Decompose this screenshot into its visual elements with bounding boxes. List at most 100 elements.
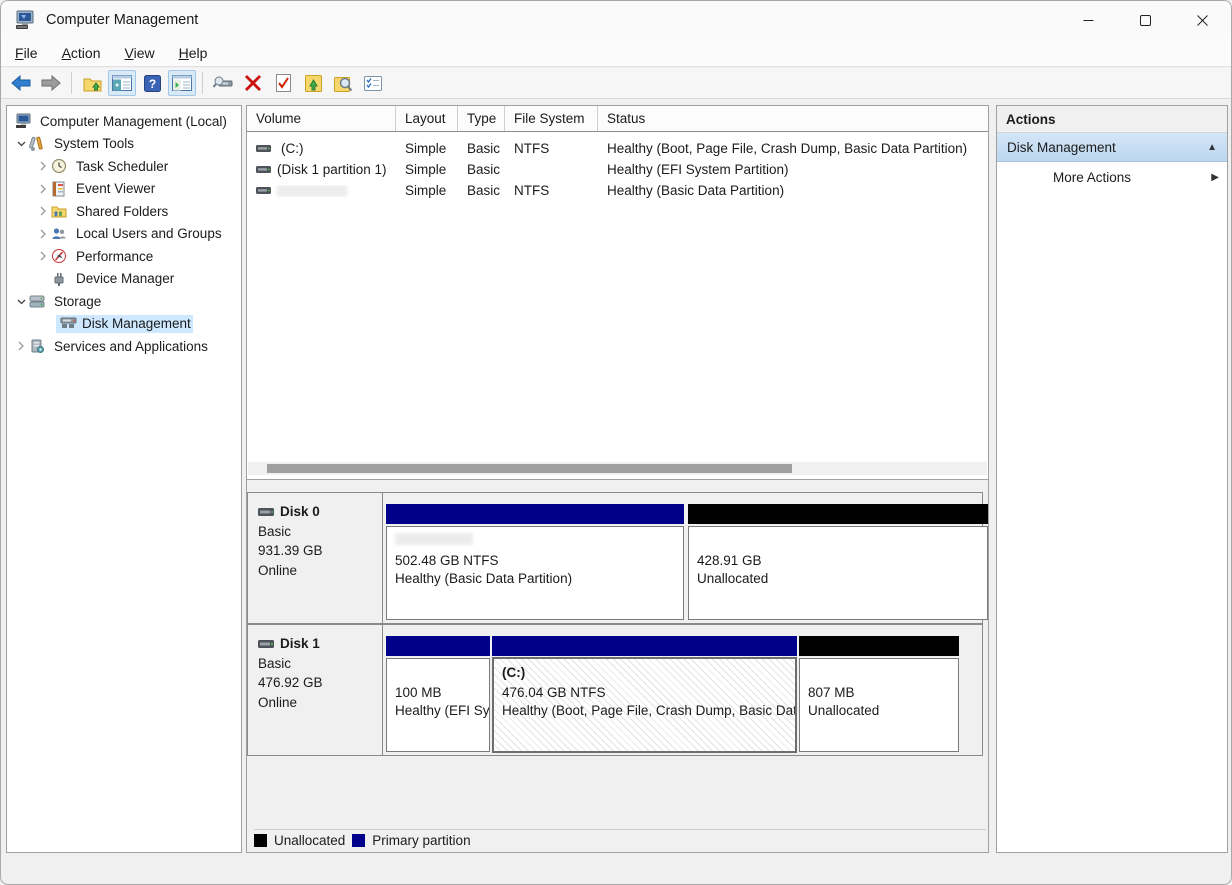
column-header-file-system[interactable]: File System	[505, 106, 598, 131]
actions-panel-header: Actions	[997, 106, 1227, 133]
delete-x-icon	[245, 75, 261, 91]
tree-item-storage[interactable]: Storage	[7, 290, 241, 313]
properties-button[interactable]	[209, 70, 237, 96]
disk-1-label[interactable]: Disk 1 Basic 476.92 GB Online	[248, 625, 383, 755]
disk-0-unallocated[interactable]: 428.91 GB Unallocated	[688, 504, 988, 622]
maximize-button[interactable]	[1117, 1, 1174, 39]
console-tree-icon	[112, 75, 132, 91]
close-icon	[1197, 15, 1208, 26]
partition-size: 502.48 GB NTFS	[395, 553, 679, 568]
forward-button[interactable]	[37, 70, 65, 96]
tree-item-label: Shared Folders	[73, 203, 171, 220]
chevron-collapsed-icon[interactable]	[37, 228, 49, 240]
volume-status: Healthy (Basic Data Partition)	[598, 183, 988, 198]
horizontal-scrollbar-thumb[interactable]	[267, 464, 792, 473]
actions-disk-management-section[interactable]: Disk Management ▲	[997, 133, 1227, 162]
toolbar-separator	[71, 72, 72, 94]
back-button[interactable]	[7, 70, 35, 96]
computer-icon	[15, 113, 32, 129]
unallocated-bar	[688, 504, 988, 524]
collapse-arrow-icon[interactable]: ▲	[1207, 142, 1217, 153]
disk-kind: Basic	[258, 656, 382, 671]
menu-help[interactable]: Help	[169, 41, 218, 65]
check-document-icon	[276, 74, 291, 92]
disk-0-partition-1[interactable]: 502.48 GB NTFS Healthy (Basic Data Parti…	[386, 504, 684, 622]
tree-item-disk-management[interactable]: Disk Management	[7, 313, 241, 336]
tree-item-performance[interactable]: Performance	[7, 245, 241, 268]
more-actions-label: More Actions	[1053, 170, 1131, 185]
options-button[interactable]	[359, 70, 387, 96]
tree-item-system-tools[interactable]: System Tools	[7, 133, 241, 156]
window-title: Computer Management	[46, 12, 198, 28]
disk-state: Online	[258, 695, 382, 710]
shared-folders-icon	[51, 203, 68, 219]
disk-1-partition-efi[interactable]: 100 MB Healthy (EFI System Partition)	[386, 636, 490, 754]
column-header-volume[interactable]: Volume	[247, 106, 396, 131]
column-header-layout[interactable]: Layout	[396, 106, 458, 131]
tree-item-label: Disk Management	[82, 316, 191, 331]
tree-item-computer-management[interactable]: Computer Management (Local)	[7, 110, 241, 133]
console-tree-toggle-button[interactable]	[108, 70, 136, 96]
chevron-collapsed-icon[interactable]	[37, 205, 49, 217]
tree-item-label: Services and Applications	[51, 338, 211, 355]
verify-button[interactable]	[269, 70, 297, 96]
tree-item-event-viewer[interactable]: Event Viewer	[7, 178, 241, 201]
partition-size: 476.04 GB NTFS	[502, 685, 791, 700]
column-header-type[interactable]: Type	[458, 106, 505, 131]
column-header-status[interactable]: Status	[598, 106, 988, 131]
help-button[interactable]: ?	[138, 70, 166, 96]
tree-item-device-manager[interactable]: Device Manager	[7, 268, 241, 291]
tree-item-services-applications[interactable]: Services and Applications	[7, 335, 241, 358]
volume-icon	[256, 165, 271, 174]
find-button[interactable]	[329, 70, 357, 96]
chevron-collapsed-icon[interactable]	[37, 183, 49, 195]
chevron-collapsed-icon[interactable]	[37, 250, 49, 262]
actions-panel: Actions Disk Management ▲ More Actions ▶	[996, 105, 1228, 853]
disk-0-label[interactable]: Disk 0 Basic 931.39 GB Online	[248, 493, 383, 623]
tree-item-task-scheduler[interactable]: Task Scheduler	[7, 155, 241, 178]
horizontal-scrollbar[interactable]	[248, 462, 987, 475]
chevron-collapsed-icon[interactable]	[37, 160, 49, 172]
action-pane-toggle-button[interactable]	[168, 70, 196, 96]
menu-file[interactable]: File	[5, 41, 48, 65]
delete-button[interactable]	[239, 70, 267, 96]
partition-status: Unallocated	[697, 571, 983, 586]
tree-item-shared-folders[interactable]: Shared Folders	[7, 200, 241, 223]
disk-management-main-panel: Volume Layout Type File System Status (C…	[246, 105, 989, 853]
primary-partition-bar	[386, 504, 684, 524]
minimize-button[interactable]	[1060, 1, 1117, 39]
more-actions-item[interactable]: More Actions ▶	[997, 162, 1227, 192]
svg-text:?: ?	[148, 77, 155, 91]
chevron-collapsed-icon[interactable]	[15, 340, 27, 352]
help-icon: ?	[144, 75, 161, 92]
volume-row-c[interactable]: (C:) Simple Basic NTFS Healthy (Boot, Pa…	[247, 138, 988, 159]
console-tree-panel: Computer Management (Local) System Tools…	[6, 105, 242, 853]
volume-row-disk1-partition1[interactable]: (Disk 1 partition 1) Simple Basic Health…	[247, 159, 988, 180]
toolbar-separator	[202, 72, 203, 94]
close-button[interactable]	[1174, 1, 1231, 39]
volume-layout: Simple	[396, 162, 458, 177]
tree-item-local-users-groups[interactable]: Local Users and Groups	[7, 223, 241, 246]
disk-icon	[258, 639, 274, 649]
disk-1-unallocated[interactable]: 807 MB Unallocated	[799, 636, 959, 754]
task-scheduler-icon	[51, 158, 68, 174]
volume-file-system: NTFS	[505, 141, 598, 156]
disk-state: Online	[258, 563, 382, 578]
chevron-expanded-icon[interactable]	[15, 138, 27, 150]
unallocated-legend-swatch	[254, 834, 267, 847]
partition-size: 428.91 GB	[697, 553, 983, 568]
partition-status: Unallocated	[808, 703, 954, 718]
storage-icon	[29, 293, 46, 309]
checklist-icon	[364, 76, 382, 91]
disk-1-partition-c-selected[interactable]: (C:) 476.04 GB NTFS Healthy (Boot, Page …	[492, 636, 797, 754]
tree-item-label: Computer Management (Local)	[37, 113, 230, 130]
chevron-expanded-icon[interactable]	[15, 295, 27, 307]
up-level-button[interactable]	[78, 70, 106, 96]
export-button[interactable]	[299, 70, 327, 96]
menu-bar: File Action View Help	[1, 39, 1231, 67]
title-bar: Computer Management	[1, 1, 1231, 39]
menu-view[interactable]: View	[115, 41, 165, 65]
menu-action[interactable]: Action	[52, 41, 111, 65]
volume-row-redacted[interactable]: Simple Basic NTFS Healthy (Basic Data Pa…	[247, 180, 988, 201]
primary-partition-legend-label: Primary partition	[372, 833, 470, 848]
